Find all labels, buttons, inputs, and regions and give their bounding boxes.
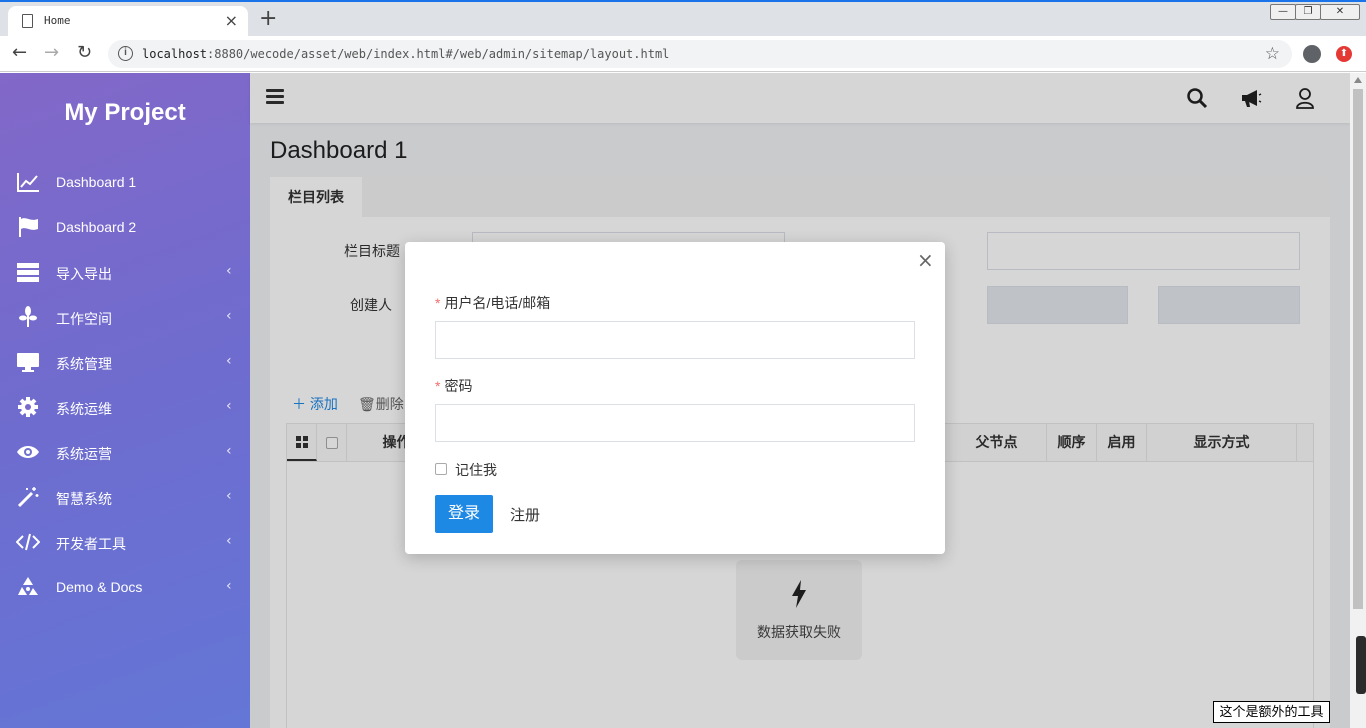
extension-icon[interactable]: ⬆ (1336, 46, 1352, 62)
scrollbar-thumb[interactable] (1353, 89, 1363, 609)
required-mark: * (435, 295, 441, 311)
line-chart-icon (17, 173, 39, 192)
tab-close-icon[interactable]: × (225, 11, 238, 30)
required-mark: * (435, 378, 441, 394)
address-toolbar: ← → ↻ i localhost:8880/wecode/asset/web/… (0, 36, 1366, 72)
reload-icon[interactable]: ↻ (77, 42, 92, 63)
login-modal: × * 用户名/电话/邮箱 * 密码 记住我 登录 注册 (405, 242, 945, 554)
recycle-icon (18, 577, 38, 595)
minimize-icon[interactable]: — (1270, 4, 1296, 20)
remember-me-checkbox[interactable] (435, 463, 447, 475)
window-close-icon[interactable]: ✕ (1320, 4, 1360, 20)
chevron-left-icon: ‹ (226, 578, 232, 594)
close-icon[interactable]: × (917, 248, 934, 272)
forward-icon[interactable]: → (44, 42, 59, 63)
sidebar-item-label: 开发者工具 (56, 536, 126, 552)
sidebar-item-dashboard-1[interactable]: Dashboard 1 (0, 160, 250, 205)
eye-icon (17, 446, 39, 458)
magic-wand-icon (17, 487, 39, 508)
gear-icon (18, 397, 38, 417)
flag-icon (19, 217, 38, 237)
bookmark-star-icon[interactable]: ☆ (1265, 44, 1280, 64)
sidebar-item-system-admin[interactable]: 系统管理 ‹ (0, 340, 250, 385)
register-link[interactable]: 注册 (510, 504, 540, 525)
code-icon (16, 533, 40, 551)
browser-tab[interactable]: Home × (8, 6, 248, 38)
site-info-icon[interactable]: i (118, 46, 133, 61)
sidebar-item-label: 智慧系统 (56, 491, 112, 507)
new-tab-icon[interactable]: + (259, 6, 277, 31)
sidebar-item-demo-docs[interactable]: Demo & Docs ‹ (0, 565, 250, 610)
scroll-up-icon[interactable] (1354, 77, 1362, 83)
sidebar-item-label: Demo & Docs (56, 579, 143, 595)
sidebar-item-label: 工作空间 (56, 311, 112, 327)
chevron-left-icon: ‹ (226, 308, 232, 324)
page-icon (22, 14, 33, 28)
tab-title: Home (44, 14, 71, 27)
sidebar-item-dashboard-2[interactable]: Dashboard 2 (0, 205, 250, 250)
sidebar-item-label: 系统运营 (56, 446, 112, 462)
sidebar-item-system-ops[interactable]: 系统运维 ‹ (0, 385, 250, 430)
chevron-left-icon: ‹ (226, 263, 232, 279)
password-input[interactable] (435, 404, 915, 442)
sidebar-item-smart-system[interactable]: 智慧系统 ‹ (0, 475, 250, 520)
monitor-icon (17, 353, 39, 372)
sidebar-item-label: 系统运维 (56, 401, 112, 417)
sidebar-item-label: Dashboard 2 (56, 219, 137, 235)
remember-me-label[interactable]: 记住我 (455, 460, 497, 480)
username-input[interactable] (435, 321, 915, 359)
chevron-left-icon: ‹ (226, 398, 232, 414)
chevron-left-icon: ‹ (226, 353, 232, 369)
sidebar-item-label: 系统管理 (56, 356, 112, 372)
sidebar-item-dev-tools[interactable]: 开发者工具 ‹ (0, 520, 250, 565)
plant-icon (19, 306, 37, 327)
sidebar-item-system-operation[interactable]: 系统运营 ‹ (0, 430, 250, 475)
server-icon (17, 263, 39, 282)
address-bar[interactable]: i localhost:8880/wecode/asset/web/index.… (108, 40, 1292, 68)
restore-icon[interactable]: ❐ (1295, 4, 1321, 20)
sidebar-item-import-export[interactable]: 导入导出 ‹ (0, 250, 250, 295)
extra-tool-label[interactable]: 这个是额外的工具 (1213, 701, 1330, 723)
brand-title: My Project (64, 99, 186, 126)
browser-tab-strip: Home × + — ❐ ✕ (0, 0, 1366, 38)
chevron-left-icon: ‹ (226, 533, 232, 549)
sidebar: My Project Dashboard 1 Dashboard 2 导入导出 … (0, 73, 250, 728)
back-icon[interactable]: ← (12, 42, 27, 63)
login-button[interactable]: 登录 (435, 495, 493, 533)
chevron-left-icon: ‹ (226, 443, 232, 459)
username-label: * 用户名/电话/邮箱 (435, 295, 551, 311)
account-icon[interactable] (1303, 45, 1321, 63)
page-scrollbar[interactable] (1350, 73, 1366, 728)
password-label: * 密码 (435, 378, 473, 394)
sidebar-item-workspace[interactable]: 工作空间 ‹ (0, 295, 250, 340)
chevron-left-icon: ‹ (226, 488, 232, 504)
sidebar-item-label: Dashboard 1 (56, 174, 137, 190)
sidebar-item-label: 导入导出 (56, 266, 112, 282)
side-widget[interactable] (1356, 636, 1366, 694)
url-text[interactable]: localhost:8880/wecode/asset/web/index.ht… (142, 47, 669, 61)
